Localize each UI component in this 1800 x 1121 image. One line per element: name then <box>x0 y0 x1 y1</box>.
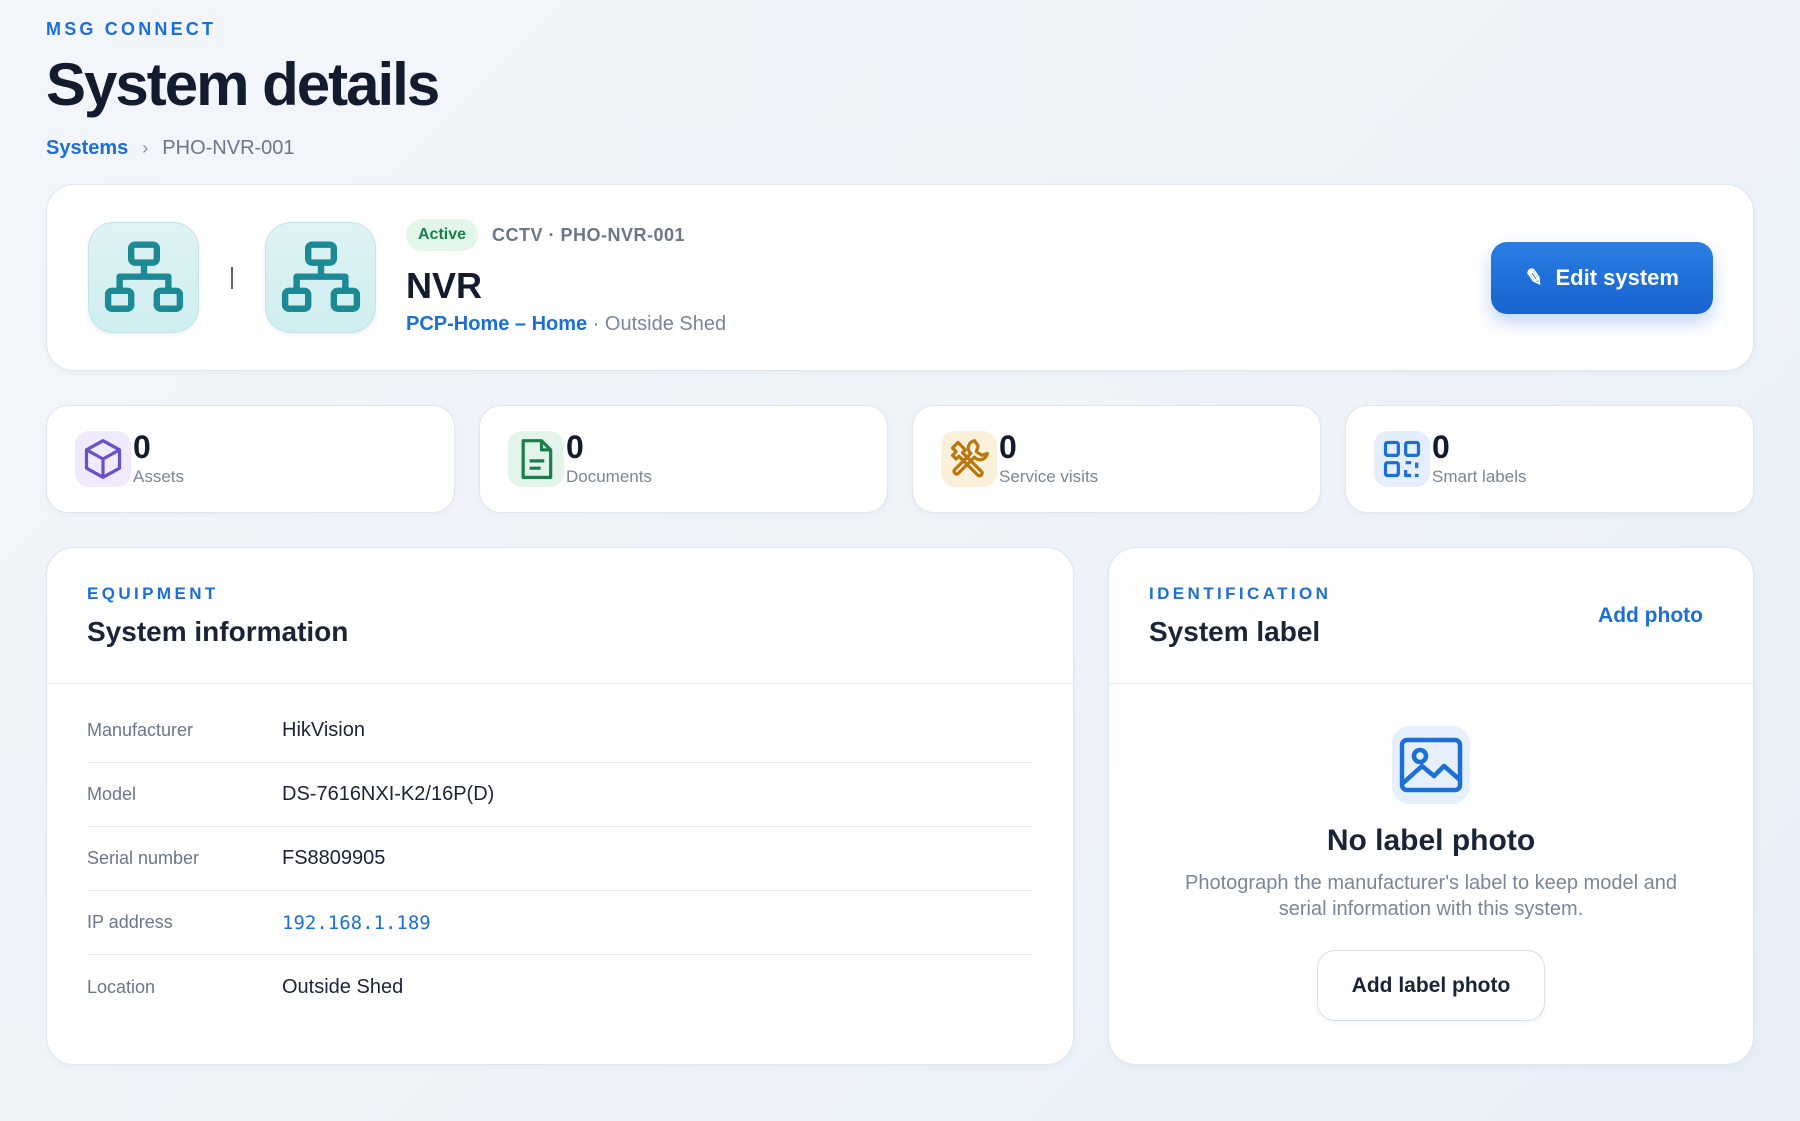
system-location: PCP-Home – Home · Outside Shed <box>406 313 726 336</box>
info-key: IP address <box>87 912 173 932</box>
add-label-photo-button[interactable]: Add label photo <box>1317 950 1545 1021</box>
system-information-panel: EQUIPMENT System information Manufacture… <box>46 547 1074 1065</box>
empty-title: No label photo <box>1326 824 1536 857</box>
stat-smart-labels[interactable]: 0 Smart labels <box>1345 405 1754 513</box>
info-key: Model <box>87 784 137 804</box>
pencil-icon: ✎ <box>1523 263 1546 292</box>
stat-value: 0 <box>999 429 1017 465</box>
breadcrumb-current: PHO-NVR-001 <box>162 137 295 159</box>
system-summary-card: Active CCTV · PHO-NVR-001 NVR PCP-Home –… <box>46 184 1754 371</box>
equipment-kicker: EQUIPMENT <box>87 584 219 603</box>
stat-label: Service visits <box>999 467 1099 486</box>
stat-value: 0 <box>1432 429 1450 465</box>
breadcrumb: Systems › PHO-NVR-001 <box>46 137 1754 160</box>
stat-label: Documents <box>566 467 652 486</box>
document-icon <box>508 431 564 487</box>
info-value: FS8809905 <box>282 847 386 869</box>
info-row-manufacturer: Manufacturer HikVision <box>87 699 1033 763</box>
stat-label: Assets <box>133 467 185 486</box>
icon-divider <box>231 266 233 289</box>
tools-icon <box>941 431 997 487</box>
system-name: NVR <box>406 265 483 306</box>
page: MSG CONNECT System details Systems › PHO… <box>46 0 1754 1065</box>
info-value: HikVision <box>282 719 365 741</box>
stat-value: 0 <box>133 429 151 465</box>
location-suffix: · Outside Shed <box>587 313 727 335</box>
system-information-title: System information <box>87 616 349 647</box>
empty-state: No label photo Photograph the manufactur… <box>1109 684 1753 1021</box>
site-link[interactable]: PCP-Home – Home <box>406 313 587 335</box>
network-tree-icon <box>265 222 376 333</box>
status-badge: Active <box>406 219 479 251</box>
brand-label: MSG CONNECT <box>46 19 217 39</box>
info-row-ip: IP address 192.168.1.189 <box>87 891 1033 955</box>
info-key: Location <box>87 976 156 997</box>
info-value: Outside Shed <box>282 975 404 998</box>
info-row-serial: Serial number FS8809905 <box>87 827 1033 891</box>
image-icon <box>1392 726 1470 804</box>
page-title: System details <box>46 51 440 118</box>
stat-assets[interactable]: 0 Assets <box>46 405 455 513</box>
info-value: DS-7616NXI-K2/16P(D) <box>282 783 495 805</box>
empty-description: Photograph the manufacturer's label to k… <box>1185 872 1677 920</box>
network-tree-icon <box>88 222 199 333</box>
system-label-panel: IDENTIFICATION System label Add photo No… <box>1108 547 1754 1065</box>
stat-value: 0 <box>566 429 584 465</box>
stat-label: Smart labels <box>1432 467 1527 486</box>
qr-code-icon <box>1374 431 1430 487</box>
stat-documents[interactable]: 0 Documents <box>479 405 888 513</box>
identification-kicker: IDENTIFICATION <box>1149 584 1332 603</box>
info-row-location: Location Outside Shed <box>87 955 1033 1019</box>
cube-icon <box>75 431 131 487</box>
stat-service-visits[interactable]: 0 Service visits <box>912 405 1321 513</box>
info-rows: Manufacturer HikVision Model DS-7616NXI-… <box>47 684 1073 1019</box>
edit-system-label: Edit system <box>1555 265 1679 290</box>
info-key: Serial number <box>87 848 200 868</box>
stats-row: 0 Assets 0 Documents 0 Service visits 0 … <box>46 405 1754 513</box>
ip-address-link[interactable]: 192.168.1.189 <box>282 912 431 934</box>
breadcrumb-chevron-icon: › <box>142 138 149 158</box>
info-row-model: Model DS-7616NXI-K2/16P(D) <box>87 763 1033 827</box>
details-section: EQUIPMENT System information Manufacture… <box>46 547 1754 1065</box>
info-key: Manufacturer <box>87 720 194 740</box>
edit-system-button[interactable]: ✎ Edit system <box>1491 242 1713 314</box>
add-photo-link[interactable]: Add photo <box>1598 604 1703 628</box>
system-meta: CCTV · PHO-NVR-001 <box>492 224 686 245</box>
breadcrumb-systems-link[interactable]: Systems <box>46 137 128 160</box>
system-heading: Active CCTV · PHO-NVR-001 NVR PCP-Home –… <box>406 219 726 336</box>
